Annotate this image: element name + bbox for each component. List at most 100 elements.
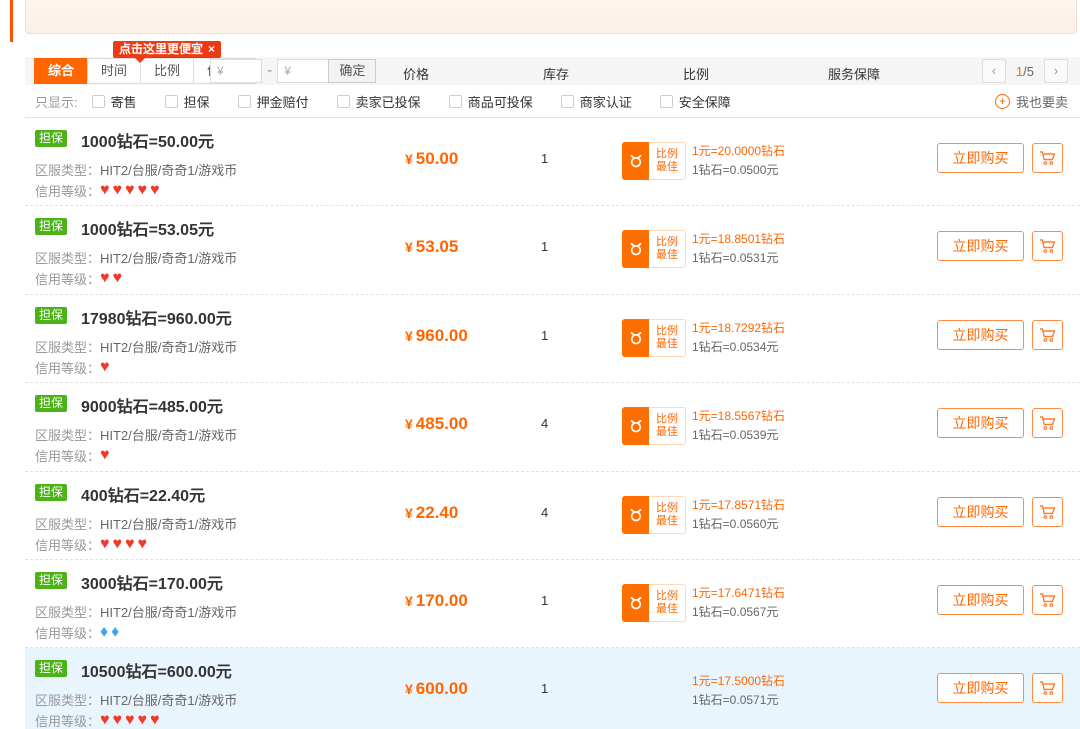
checkbox-icon[interactable] [449,95,462,108]
plus-circle-icon: + [995,94,1010,109]
credit-label: 信用等级： [35,626,100,641]
checkbox-deposit-compensation[interactable]: 押金赔付 [238,92,309,111]
buy-now-button[interactable]: 立即购买 [937,673,1024,703]
listing-row: 担保 17980钻石=960.00元 区服类型：HIT2/台服/奇奇1/游戏币 … [25,295,1080,383]
prev-page-button[interactable]: ‹ [982,59,1006,83]
sort-tab-comprehensive[interactable]: 综合 [34,58,88,84]
server-type-value: HIT2/台服/奇奇1/游戏币 [100,428,237,443]
tooltip-close-icon[interactable]: × [208,42,215,56]
medal-icon [622,584,649,622]
ratio-values: 1元=18.8501钻石 1钻石=0.0531元 [692,230,785,268]
checkbox-consign[interactable]: 寄售 [92,92,137,111]
credit-row: 信用等级：♥♥♥♥ [35,535,150,554]
stock-value: 1 [541,328,548,343]
ratio-line-yuan-to-diamond: 1元=17.5000钻石 [692,672,785,691]
server-type-row: 区服类型：HIT2/台服/奇奇1/游戏币 [35,248,237,267]
checkbox-icon[interactable] [92,95,105,108]
checkbox-icon[interactable] [238,95,251,108]
cart-icon [1039,504,1057,520]
best-ratio-label: 比例最佳 [649,584,686,622]
listing-title[interactable]: 9000钻石=485.00元 [81,393,223,417]
credit-rating-icons: ♥ [100,447,113,464]
sort-tab-time[interactable]: 时间 [87,58,141,84]
checkbox-icon[interactable] [165,95,178,108]
sort-tab-label: 综合 [48,63,74,78]
listing-title[interactable]: 1000钻石=50.00元 [81,128,214,152]
ratio-line-yuan-to-diamond: 1元=20.0000钻石 [692,142,785,161]
listing-page: 点击这里更便宜× 综合 时间 比例 价格↑ - 确定 价格 库存 比例 服务保障… [0,0,1080,729]
total-pages: 5 [1027,64,1034,79]
ratio-values: 1元=20.0000钻石 1钻石=0.0500元 [692,142,785,180]
server-type-label: 区服类型： [35,517,100,532]
buy-now-button[interactable]: 立即购买 [937,143,1024,173]
server-type-value: HIT2/台服/奇奇1/游戏币 [100,251,237,266]
checkbox-guarantee[interactable]: 担保 [165,92,210,111]
listing-price: ¥50.00 [405,149,458,169]
ratio-values: 1元=17.6471钻石 1钻石=0.0567元 [692,584,785,622]
stock-value: 4 [541,505,548,520]
server-type-value: HIT2/台服/奇奇1/游戏币 [100,163,237,178]
credit-row: 信用等级：♥♥♥♥♥ [35,181,163,200]
stock-value: 1 [541,239,548,254]
listing-title[interactable]: 3000钻石=170.00元 [81,570,223,594]
add-to-cart-button[interactable] [1032,231,1063,261]
checkbox-merchant-certified[interactable]: 商家认证 [561,92,632,111]
buy-now-button[interactable]: 立即购买 [937,408,1024,438]
credit-rating-icons: ♥♥♥♥♥ [100,182,163,199]
credit-label: 信用等级： [35,184,100,199]
add-to-cart-button[interactable] [1032,320,1063,350]
currency-symbol: ¥ [405,505,413,521]
listing-title[interactable]: 10500钻石=600.00元 [81,658,232,682]
guarantee-badge: 担保 [35,660,67,677]
credit-label: 信用等级： [35,714,100,729]
next-page-button[interactable]: › [1044,59,1068,83]
checkbox-security-guarantee[interactable]: 安全保障 [660,92,731,111]
add-to-cart-button[interactable] [1032,497,1063,527]
checkbox-label: 寄售 [111,92,137,111]
add-to-cart-button[interactable] [1032,143,1063,173]
ratio-line-diamond-to-yuan: 1钻石=0.0571元 [692,691,785,710]
server-type-label: 区服类型： [35,340,100,355]
price-value: 53.05 [416,237,459,256]
price-value: 170.00 [416,591,468,610]
best-ratio-badge: 比例最佳 [622,584,686,622]
i-want-to-sell-link[interactable]: + 我也要卖 [995,92,1068,111]
buy-now-button[interactable]: 立即购买 [937,497,1024,527]
checkbox-icon[interactable] [660,95,673,108]
tooltip-arrow [135,58,145,63]
price-min-input[interactable] [210,59,262,83]
currency-symbol: ¥ [405,151,413,167]
buy-now-button[interactable]: 立即购买 [937,231,1024,261]
price-max-input[interactable] [277,59,329,83]
add-to-cart-button[interactable] [1032,673,1063,703]
credit-label: 信用等级： [35,538,100,553]
top-banner [25,0,1077,34]
credit-rating-icons: ♦♦ [100,623,122,640]
server-type-value: HIT2/台服/奇奇1/游戏币 [100,340,237,355]
checkbox-seller-insured[interactable]: 卖家已投保 [337,92,421,111]
guarantee-badge: 担保 [35,484,67,501]
listing-title[interactable]: 17980钻石=960.00元 [81,305,232,329]
price-range-separator: - [267,62,272,80]
best-ratio-badge: 比例最佳 [622,319,686,357]
guarantee-badge: 担保 [35,572,67,589]
checkbox-icon[interactable] [337,95,350,108]
server-type-row: 区服类型：HIT2/台服/奇奇1/游戏币 [35,337,237,356]
sort-tab-ratio[interactable]: 比例 [140,58,194,84]
cart-icon [1039,150,1057,166]
server-type-value: HIT2/台服/奇奇1/游戏币 [100,693,237,708]
checkbox-item-insurable[interactable]: 商品可投保 [449,92,533,111]
top-rail-divider [10,0,13,42]
price-value: 22.40 [416,503,459,522]
credit-row: 信用等级：♥ [35,358,113,377]
add-to-cart-button[interactable] [1032,585,1063,615]
price-confirm-button[interactable]: 确定 [328,59,376,83]
checkbox-icon[interactable] [561,95,574,108]
listing-row: 担保 1000钻石=53.05元 区服类型：HIT2/台服/奇奇1/游戏币 信用… [25,206,1080,294]
buy-now-button[interactable]: 立即购买 [937,585,1024,615]
server-type-label: 区服类型： [35,605,100,620]
buy-now-button[interactable]: 立即购买 [937,320,1024,350]
listing-title[interactable]: 400钻石=22.40元 [81,482,205,506]
add-to-cart-button[interactable] [1032,408,1063,438]
listing-title[interactable]: 1000钻石=53.05元 [81,216,214,240]
